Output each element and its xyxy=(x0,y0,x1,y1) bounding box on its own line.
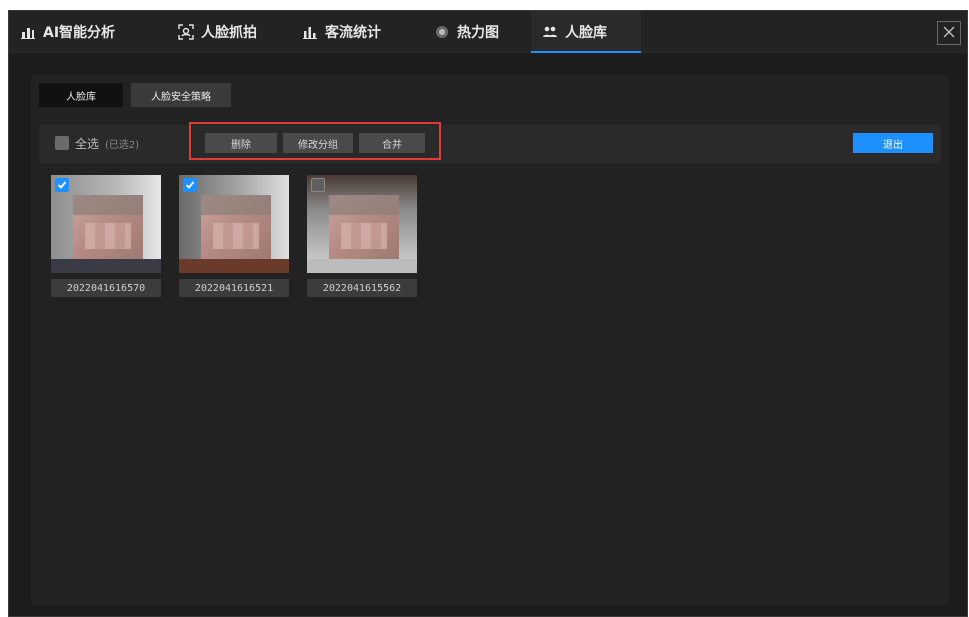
bar-chart-icon xyxy=(301,23,319,41)
tab-face-library[interactable]: 人脸库 xyxy=(531,11,641,53)
tab-label: 客流统计 xyxy=(325,25,381,41)
face-card[interactable]: 2022041615562 xyxy=(307,175,417,297)
tab-label: 人脸库 xyxy=(565,25,607,41)
tab-label: 人脸抓拍 xyxy=(201,25,257,41)
face-caption: 2022041615562 xyxy=(307,279,417,297)
main-panel: 人脸库 人脸安全策略 全选 (已选2) 删除 修改分组 合并 退出 202204… xyxy=(31,75,949,605)
tab-face-capture[interactable]: 人脸抓拍 xyxy=(177,11,287,53)
merge-button[interactable]: 合并 xyxy=(359,133,425,153)
tab-ai-analysis[interactable]: AI智能分析 xyxy=(19,11,159,53)
exit-button[interactable]: 退出 xyxy=(853,133,933,153)
delete-button[interactable]: 删除 xyxy=(205,133,277,153)
selected-count-label: (已选2) xyxy=(105,140,140,151)
face-card[interactable]: 2022041616570 xyxy=(51,175,161,297)
face-checkbox[interactable] xyxy=(55,178,69,192)
chart-icon xyxy=(19,23,37,41)
subtab-face-security-policy[interactable]: 人脸安全策略 xyxy=(131,83,231,107)
face-library-window: AI智能分析 人脸抓拍 客流统计 热力图 人脸库 人脸库 人脸安全策略 全选 (… xyxy=(8,10,968,617)
close-icon xyxy=(942,24,956,43)
close-button[interactable] xyxy=(937,21,961,45)
face-thumbnail[interactable] xyxy=(307,175,417,273)
face-checkbox[interactable] xyxy=(183,178,197,192)
face-thumbnail[interactable] xyxy=(179,175,289,273)
subtab-face-library[interactable]: 人脸库 xyxy=(39,83,123,107)
face-checkbox[interactable] xyxy=(311,178,325,192)
people-icon xyxy=(541,23,559,41)
face-thumbnail[interactable] xyxy=(51,175,161,273)
tab-label: AI智能分析 xyxy=(43,25,116,41)
select-all-checkbox[interactable] xyxy=(55,136,69,150)
tab-passenger-flow[interactable]: 客流统计 xyxy=(301,11,411,53)
face-caption: 2022041616570 xyxy=(51,279,161,297)
heatmap-icon xyxy=(433,23,451,41)
select-all-label: 全选 xyxy=(75,137,100,151)
tab-label: 热力图 xyxy=(457,25,499,41)
face-toolbar: 全选 (已选2) 删除 修改分组 合并 退出 xyxy=(39,122,941,163)
top-nav-bar: AI智能分析 人脸抓拍 客流统计 热力图 人脸库 xyxy=(9,11,967,53)
face-scan-icon xyxy=(177,23,195,41)
face-card[interactable]: 2022041616521 xyxy=(179,175,289,297)
face-caption: 2022041616521 xyxy=(179,279,289,297)
tab-heatmap[interactable]: 热力图 xyxy=(433,11,525,53)
change-group-button[interactable]: 修改分组 xyxy=(283,133,353,153)
